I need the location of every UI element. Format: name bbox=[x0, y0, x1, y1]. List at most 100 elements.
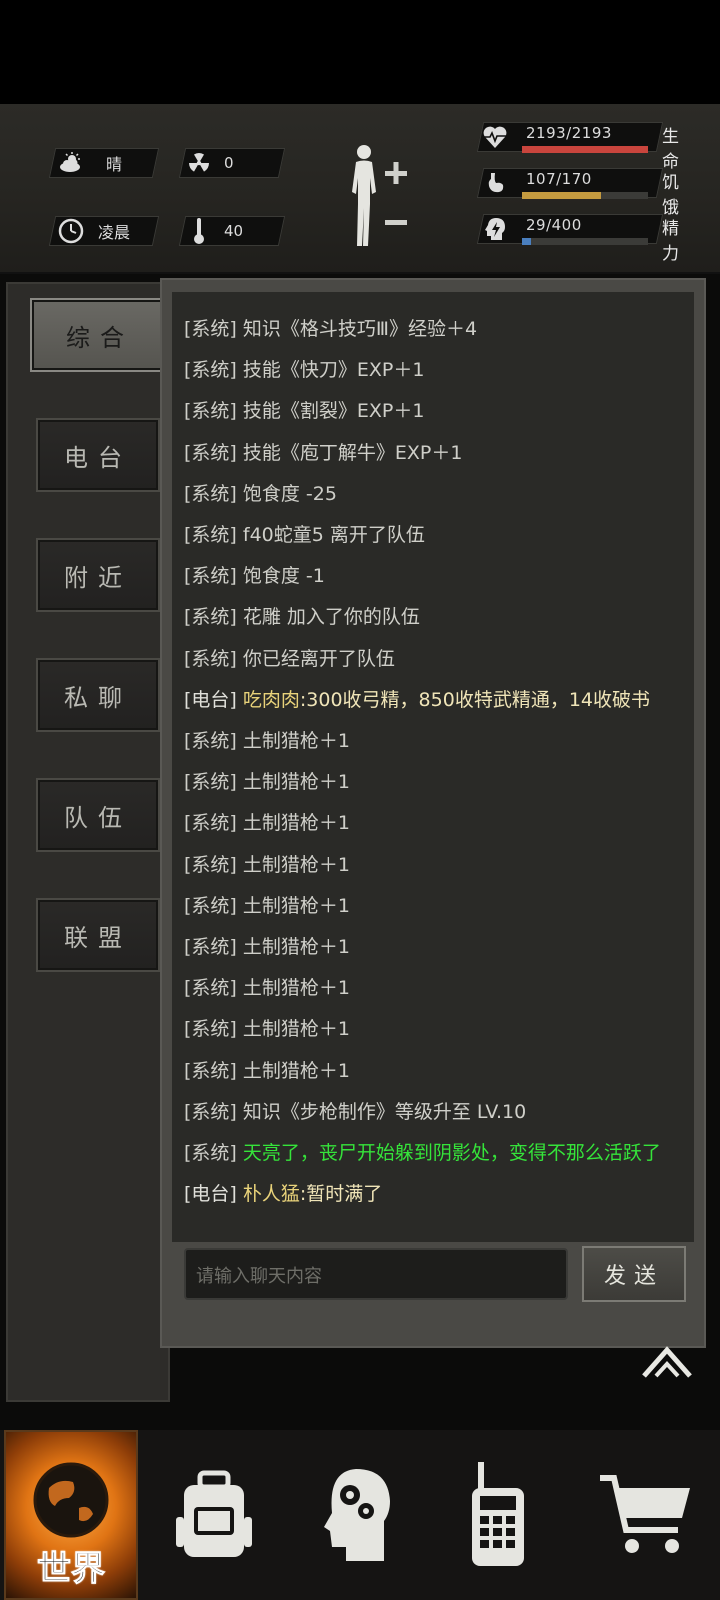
message-text: 饱食度 -1 bbox=[242, 565, 325, 588]
health-stat: 2193/2193 生命 bbox=[476, 122, 690, 172]
message-text: 技能《庖丁解牛》EXP＋1 bbox=[242, 441, 463, 464]
message-text: 技能《快刀》EXP＋1 bbox=[242, 359, 425, 382]
chat-message-system: [系统] 知识《格斗技巧Ⅲ》经验＋4 bbox=[184, 314, 477, 341]
energy-head-icon bbox=[485, 218, 505, 240]
message-text: f40蛇童5 离开了队伍 bbox=[242, 524, 425, 546]
tab-alliance[interactable]: 联盟 bbox=[36, 898, 160, 972]
tab-private[interactable]: 私聊 bbox=[36, 658, 160, 732]
message-channel-tag: [系统] bbox=[184, 647, 237, 670]
radiation-icon bbox=[186, 150, 212, 176]
message-channel-tag: [系统] bbox=[184, 1018, 237, 1041]
walkie-talkie-icon bbox=[472, 1462, 524, 1566]
weather-pill: 晴 bbox=[58, 148, 122, 178]
chat-message-system: [系统] 土制猎枪＋1 bbox=[184, 891, 350, 918]
message-text: :暂时满了 bbox=[299, 1183, 383, 1206]
energy-bar bbox=[522, 238, 648, 245]
message-channel-tag: [系统] bbox=[184, 441, 237, 464]
message-channel-tag: [系统] bbox=[184, 812, 237, 835]
energy-value: 29/400 bbox=[526, 216, 582, 234]
message-channel-tag: [系统] bbox=[184, 936, 237, 958]
message-channel-tag: [系统] bbox=[184, 565, 237, 588]
chat-message-system: [系统] 天亮了，丧尸开始躲到阴影处，变得不那么活跃了 bbox=[184, 1138, 661, 1165]
globe-icon bbox=[33, 1462, 109, 1538]
energy-stat: 29/400 精力 bbox=[476, 214, 690, 264]
hunger-stat: 107/170 饥饿 bbox=[476, 168, 690, 218]
backpack-icon bbox=[176, 1470, 252, 1557]
message-channel-tag: [系统] bbox=[184, 1142, 237, 1164]
nav-shop-button[interactable] bbox=[578, 1430, 714, 1600]
partly-cloudy-icon bbox=[58, 150, 84, 176]
chat-message-system: [系统] 土制猎枪＋1 bbox=[184, 973, 350, 1000]
message-channel-tag: [系统] bbox=[184, 400, 237, 423]
collapse-up-icon[interactable] bbox=[640, 1342, 694, 1382]
message-sender-name[interactable]: 朴人猛 bbox=[243, 1183, 300, 1205]
chat-message-system: [系统] 技能《割裂》EXP＋1 bbox=[184, 396, 424, 423]
temperature-pill: 40 bbox=[186, 216, 243, 246]
health-label: 生命 bbox=[662, 127, 679, 172]
shopping-cart-icon bbox=[600, 1475, 690, 1553]
chat-message-system: [系统] 技能《快刀》EXP＋1 bbox=[184, 355, 424, 382]
human-figure-icon bbox=[352, 145, 407, 246]
message-channel-tag: [系统] bbox=[184, 730, 237, 752]
time-of-day-pill: 凌晨 bbox=[58, 216, 130, 246]
message-text: 土制猎枪＋1 bbox=[242, 730, 350, 752]
time-of-day-label: 凌晨 bbox=[98, 223, 131, 242]
radiation-pill: 0 bbox=[186, 148, 234, 178]
message-channel-tag: [系统] bbox=[184, 359, 237, 382]
message-channel-tag: [系统] bbox=[184, 606, 237, 629]
message-text: :300收弓精，850收特武精通，14收破书 bbox=[299, 688, 650, 711]
message-channel-tag: [系统] bbox=[184, 524, 237, 546]
chat-message-radio: [电台] 吃肉肉:300收弓精，850收特武精通，14收破书 bbox=[184, 685, 650, 712]
chat-message-system: [系统] 土制猎枪＋1 bbox=[184, 808, 350, 835]
weather-label: 晴 bbox=[106, 155, 123, 174]
message-text: 土制猎枪＋1 bbox=[242, 812, 350, 835]
stomach-icon bbox=[488, 173, 504, 193]
message-text: 土制猎枪＋1 bbox=[242, 1059, 350, 1082]
chat-message-system: [系统] 知识《步枪制作》等级升至 LV.10 bbox=[184, 1097, 526, 1124]
message-channel-tag: [系统] bbox=[184, 894, 237, 917]
hunger-value: 107/170 bbox=[526, 170, 592, 188]
message-channel-tag: [系统] bbox=[184, 318, 237, 340]
health-bar bbox=[522, 146, 648, 153]
message-channel-tag: [电台] bbox=[184, 688, 237, 711]
hunger-label: 饥饿 bbox=[662, 173, 679, 218]
chat-input[interactable]: 请输入聊天内容 bbox=[184, 1248, 568, 1300]
chat-message-system: [系统] 技能《庖丁解牛》EXP＋1 bbox=[184, 438, 462, 465]
chat-message-system: [系统] 花雕 加入了你的队伍 bbox=[184, 602, 420, 629]
nav-backpack-button[interactable] bbox=[146, 1430, 282, 1600]
send-button[interactable]: 发送 bbox=[582, 1246, 686, 1302]
message-channel-tag: [系统] bbox=[184, 482, 237, 505]
chat-log[interactable]: [系统] 知识《格斗技巧Ⅲ》经验＋4 [系统] 技能《快刀》EXP＋1 [系统] 技… bbox=[172, 292, 694, 1242]
message-sender-name[interactable]: 吃肉肉 bbox=[243, 689, 300, 711]
body-status-button[interactable] bbox=[348, 142, 414, 252]
message-channel-tag: [系统] bbox=[184, 771, 237, 794]
nav-skills-button[interactable] bbox=[290, 1430, 426, 1600]
status-header: 晴 0 凌晨 40 2193/2193 生命 107/170 饥饿 29/400… bbox=[0, 104, 720, 274]
message-text: 你已经离开了队伍 bbox=[242, 647, 395, 670]
chat-message-system: [系统] 土制猎枪＋1 bbox=[184, 1014, 350, 1041]
skills-head-icon bbox=[324, 1469, 390, 1561]
tab-team[interactable]: 队伍 bbox=[36, 778, 160, 852]
nav-world-button[interactable]: 世界 bbox=[4, 1430, 138, 1600]
clock-icon bbox=[58, 218, 84, 244]
radiation-value: 0 bbox=[224, 154, 234, 172]
chat-screen: 综合 电台 附近 私聊 队伍 联盟 [系统] 知识《格斗技巧Ⅲ》经验＋4 [系统]… bbox=[0, 274, 720, 1430]
temperature-value: 40 bbox=[224, 222, 244, 240]
chat-message-system: [系统] 土制猎枪＋1 bbox=[184, 932, 350, 959]
message-channel-tag: [系统] bbox=[184, 853, 237, 876]
chat-message-system: [系统] f40蛇童5 离开了队伍 bbox=[184, 520, 425, 547]
tab-radio[interactable]: 电台 bbox=[36, 418, 160, 492]
message-text: 知识《步枪制作》等级升至 LV.10 bbox=[242, 1100, 527, 1123]
message-channel-tag: [系统] bbox=[184, 977, 237, 1000]
hunger-bar bbox=[522, 192, 648, 199]
energy-label: 精力 bbox=[662, 219, 679, 264]
channel-sidebar: 综合 电台 附近 私聊 队伍 联盟 bbox=[6, 282, 170, 1402]
nav-radio-button[interactable] bbox=[430, 1430, 566, 1600]
chat-message-system: [系统] 饱食度 -25 bbox=[184, 479, 337, 506]
tab-general[interactable]: 综合 bbox=[30, 298, 170, 372]
heart-pulse-icon bbox=[483, 126, 507, 148]
message-text: 土制猎枪＋1 bbox=[242, 1018, 350, 1041]
message-channel-tag: [系统] bbox=[184, 1100, 237, 1123]
tab-nearby[interactable]: 附近 bbox=[36, 538, 160, 612]
message-text: 土制猎枪＋1 bbox=[242, 936, 350, 958]
